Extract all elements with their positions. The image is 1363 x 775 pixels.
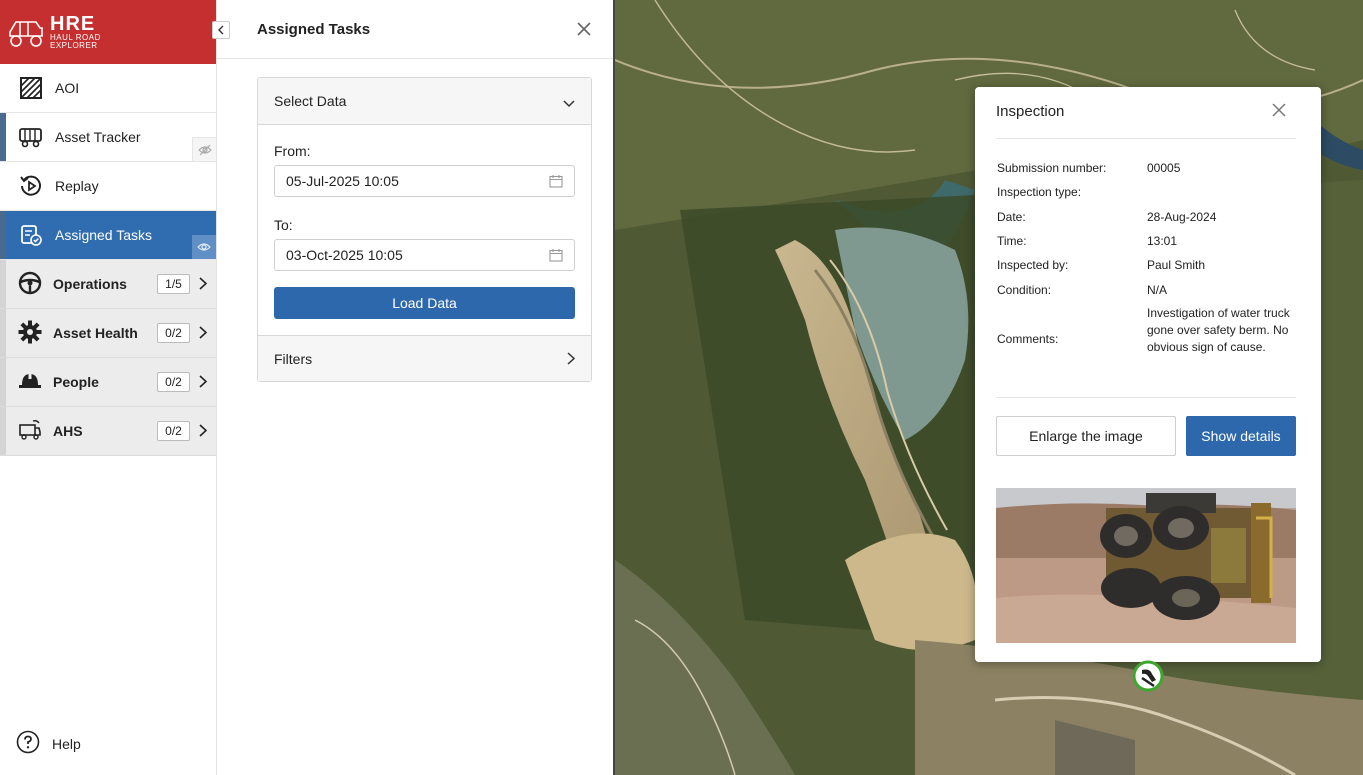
select-data-card: Select Data From: 05-Jul-2025 10:05 To: …	[257, 77, 592, 382]
inspection-type-label: Inspection type:	[997, 185, 1082, 199]
nav-item-label: Replay	[55, 178, 99, 194]
calendar-icon[interactable]	[549, 174, 563, 191]
select-data-label: Select Data	[274, 93, 347, 109]
from-date-input[interactable]: 05-Jul-2025 10:05	[274, 165, 575, 197]
nav-category-asset-health[interactable]: Asset Health 0/2	[0, 309, 216, 358]
chevron-down-icon	[563, 95, 575, 111]
close-popup-icon[interactable]	[1271, 102, 1287, 118]
nav-item-assigned-tasks[interactable]: Assigned Tasks	[0, 211, 216, 260]
select-data-header[interactable]: Select Data	[258, 78, 591, 125]
assigned-tasks-panel: Assigned Tasks Select Data From: 05-Jul-…	[217, 0, 615, 775]
category-count-badge: 0/2	[157, 421, 190, 441]
inspection-photo[interactable]	[996, 488, 1296, 643]
nav-item-asset-tracker[interactable]: Asset Tracker	[0, 113, 216, 162]
to-date-input[interactable]: 03-Oct-2025 10:05	[274, 239, 575, 271]
popup-title: Inspection	[996, 103, 1065, 120]
date-value: 28-Aug-2024	[1147, 210, 1217, 224]
nav-item-label: Asset Tracker	[55, 129, 141, 145]
logo-subtitle-2: EXPLORER	[50, 41, 98, 50]
hard-hat-icon	[18, 370, 42, 395]
help-link[interactable]: Help	[16, 730, 81, 757]
condition-value: N/A	[1147, 283, 1168, 297]
aoi-hatched-square-icon	[18, 75, 44, 101]
filters-header[interactable]: Filters	[258, 335, 591, 381]
comments-label: Comments:	[997, 332, 1059, 346]
category-count-badge: 0/2	[157, 323, 190, 343]
chevron-right-icon	[199, 326, 208, 342]
haul-truck-logo-icon	[9, 21, 43, 47]
chevron-right-icon	[199, 424, 208, 440]
submission-number-label: Submission number:	[997, 161, 1107, 175]
help-circle-icon	[16, 730, 40, 757]
nav-item-label: Assigned Tasks	[55, 227, 153, 243]
inspection-map-marker[interactable]	[1132, 660, 1164, 692]
task-clipboard-icon	[18, 222, 44, 248]
to-date-value: 03-Oct-2025 10:05	[286, 247, 403, 263]
chevron-right-icon	[567, 352, 576, 368]
steering-wheel-icon	[18, 271, 42, 298]
time-label: Time:	[997, 234, 1027, 248]
inspected-by-label: Inspected by:	[997, 258, 1069, 272]
category-count-badge: 0/2	[157, 372, 190, 392]
comments-value: Investigation of water truck gone over s…	[1147, 306, 1290, 354]
visibility-off-icon[interactable]	[192, 137, 216, 161]
date-label: Date:	[997, 210, 1026, 224]
truck-icon	[18, 124, 44, 150]
help-label: Help	[52, 735, 81, 752]
nav-category-label: AHS	[53, 423, 83, 439]
filters-label: Filters	[274, 350, 313, 367]
divider	[996, 397, 1296, 398]
nav-category-people[interactable]: People 0/2	[0, 358, 216, 407]
time-value: 13:01	[1147, 234, 1178, 248]
collapse-sidebar-button[interactable]	[212, 21, 230, 39]
app-logo[interactable]: HRE HAUL ROAD EXPLORER	[0, 0, 216, 64]
category-count-badge: 1/5	[157, 274, 190, 294]
panel-header: Assigned Tasks	[217, 0, 613, 59]
nav-category-label: People	[53, 374, 99, 390]
submission-number-value: 00005	[1147, 161, 1181, 175]
to-label: To:	[274, 217, 293, 233]
condition-label: Condition:	[997, 283, 1052, 297]
nav-item-label: AOI	[55, 80, 80, 96]
inspection-popup: Inspection Submission number: 00005 Insp…	[975, 87, 1321, 662]
autonomous-truck-icon	[18, 419, 42, 444]
logo-title: HRE	[50, 13, 96, 35]
load-data-button[interactable]: Load Data	[274, 287, 575, 319]
chevron-right-icon	[199, 277, 208, 293]
nav-category-label: Operations	[53, 276, 127, 292]
nav-item-aoi[interactable]: AOI	[0, 64, 216, 113]
show-details-button[interactable]: Show details	[1186, 416, 1296, 456]
enlarge-image-button[interactable]: Enlarge the image	[996, 416, 1176, 456]
from-date-value: 05-Jul-2025 10:05	[286, 173, 399, 189]
nav-item-replay[interactable]: Replay	[0, 162, 216, 211]
inspected-by-value: Paul Smith	[1147, 258, 1206, 272]
left-nav: HRE HAUL ROAD EXPLORER AOI Asset Tracker…	[0, 0, 217, 775]
visibility-on-icon[interactable]	[192, 235, 216, 259]
divider	[996, 138, 1296, 139]
calendar-icon[interactable]	[549, 248, 563, 265]
panel-title: Assigned Tasks	[257, 20, 371, 38]
nav-category-ahs[interactable]: AHS 0/2	[0, 407, 216, 456]
close-panel-icon[interactable]	[575, 20, 593, 38]
nav-category-label: Asset Health	[53, 325, 138, 341]
replay-icon	[18, 173, 44, 199]
chevron-left-icon	[218, 25, 224, 35]
gear-icon	[18, 320, 42, 347]
chevron-right-icon	[199, 375, 208, 391]
nav-category-operations[interactable]: Operations 1/5	[0, 260, 216, 309]
from-label: From:	[274, 143, 311, 159]
